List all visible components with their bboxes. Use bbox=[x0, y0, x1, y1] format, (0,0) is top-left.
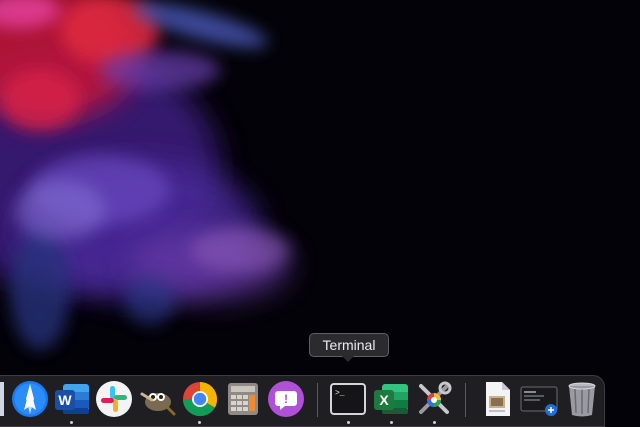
dock-app-terminal[interactable]: >_ bbox=[329, 380, 367, 418]
wrench-screwdriver-icon bbox=[419, 381, 452, 414]
gimp-icon bbox=[140, 392, 176, 416]
dock-app-chrome[interactable] bbox=[181, 380, 219, 418]
dock-app-finder[interactable] bbox=[0, 380, 6, 418]
dock-app-word[interactable]: W bbox=[53, 380, 91, 418]
tooltip-arrow bbox=[342, 356, 354, 362]
dock-app-gimp[interactable] bbox=[138, 380, 176, 418]
dock-app-slack[interactable] bbox=[95, 380, 133, 418]
chrome-icon bbox=[183, 382, 218, 417]
running-indicator-system-tools bbox=[433, 421, 436, 424]
dock-app-system-tools[interactable] bbox=[415, 380, 453, 418]
screen-window-icon bbox=[520, 386, 558, 416]
calculator-icon bbox=[228, 383, 258, 415]
dock-app-document[interactable] bbox=[478, 380, 516, 418]
desktop: W ! >_ X Terminal bbox=[0, 0, 640, 427]
terminal-icon: >_ bbox=[330, 383, 366, 415]
running-indicator-chrome bbox=[198, 421, 201, 424]
dock-app-trash[interactable] bbox=[563, 380, 601, 418]
slack-icon bbox=[96, 381, 132, 417]
terminal-prompt: >_ bbox=[335, 389, 345, 398]
excel-letter: X bbox=[379, 392, 389, 408]
dock-tooltip: Terminal bbox=[309, 333, 389, 357]
document-icon bbox=[486, 382, 510, 416]
finder-icon bbox=[0, 382, 4, 416]
dock-app-excel[interactable]: X bbox=[372, 380, 410, 418]
dock-app-safari[interactable] bbox=[11, 380, 49, 418]
dock-separator bbox=[317, 383, 318, 417]
dock-app-calculator[interactable] bbox=[224, 380, 262, 418]
trash-icon bbox=[568, 382, 596, 417]
dock-separator bbox=[465, 383, 466, 417]
dock-app-screen-window[interactable] bbox=[520, 380, 558, 418]
running-indicator-terminal bbox=[347, 421, 350, 424]
feedback-exclamation-icon: ! bbox=[268, 381, 304, 417]
running-indicator-excel bbox=[390, 421, 393, 424]
dock-app-feedback[interactable]: ! bbox=[267, 380, 305, 418]
wallpaper-image bbox=[0, 0, 640, 427]
running-indicator-word bbox=[70, 421, 73, 424]
safari-compass-icon bbox=[12, 381, 48, 417]
feedback-letter: ! bbox=[284, 392, 288, 406]
excel-icon: X bbox=[374, 384, 408, 414]
word-icon: W bbox=[55, 384, 89, 414]
word-letter: W bbox=[58, 392, 72, 408]
